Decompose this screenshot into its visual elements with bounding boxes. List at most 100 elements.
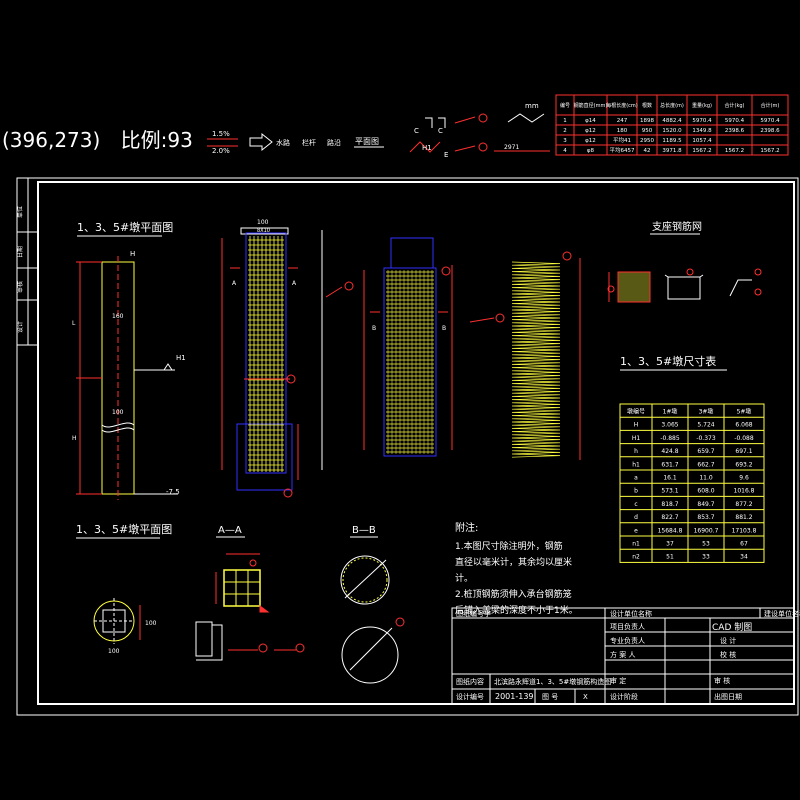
section-b-right: B (442, 325, 446, 332)
tb-cad: CAD 制图 (712, 621, 752, 633)
dim-header: 5#墩 (737, 408, 752, 416)
section-aa-title: A—A (218, 525, 242, 536)
dim-cell: -0.088 (734, 435, 754, 442)
rebar-cell: 950 (642, 128, 653, 134)
rebar-header-6: 合计(kg) (725, 102, 745, 109)
mark-h1: H1 (422, 144, 432, 152)
dim-cell: 15684.8 (658, 527, 683, 534)
elev-l: L (72, 320, 76, 327)
tb-content-label: 图纸内容 (456, 677, 484, 686)
dim-header: 墩编号 (627, 408, 645, 416)
section-a-right: A (292, 280, 297, 287)
rebar-header-0: 编号 (560, 102, 570, 109)
tb-owner: 建设单位名称 (764, 609, 800, 618)
dim-cell: 573.1 (661, 488, 678, 495)
mark-c1: C (414, 127, 419, 135)
tb-review: 审 核 (714, 676, 730, 685)
note-line-3: 计。 (455, 572, 473, 584)
tb-approve: 审 定 (610, 676, 626, 685)
elev-100: 100 (112, 409, 124, 416)
rebar-cell: 3971.8 (662, 148, 682, 154)
dim-cell: n2 (632, 554, 640, 561)
dim-cell: 16.1 (663, 475, 677, 482)
note-line-1: 1.本图尺寸除注明外，钢筋 (455, 540, 563, 552)
dim-cell: 9.6 (739, 475, 749, 482)
tb-design: 设 计 (720, 636, 736, 645)
dim-cell: -0.373 (696, 435, 716, 442)
tb-design-unit: 设计单位名称 (610, 609, 652, 618)
rebar-cell: 2950 (640, 138, 654, 144)
dim-cell: d (634, 514, 638, 521)
rebar-cell: 2398.6 (725, 128, 745, 134)
rebar-cell: φ14 (585, 118, 596, 124)
cage-spacing: 8X10 (257, 228, 270, 234)
dim-cell: 53 (702, 541, 710, 548)
tb-project-label: 图纸编号字 (456, 609, 491, 618)
section-aa: A—A (195, 525, 305, 661)
dim-cell: H1 (632, 435, 641, 442)
legend-b: 栏杆 (302, 138, 316, 147)
dim-cell: 849.7 (697, 501, 714, 508)
tb-scheme: 方 案 人 (610, 650, 635, 659)
dim-cell: c (634, 501, 637, 508)
section-bb-title: B—B (352, 525, 376, 536)
rebar-table: 编号 钢筋直径(mm)每根长度(cm) 根数 总长度(m) 重量(kg) 合计(kg) 合计… (555, 94, 789, 156)
note-line-2: 直径以毫米计，其余均以厘米 (455, 556, 572, 568)
rebar-cell: 1520.0 (662, 128, 682, 134)
dim-cell: h1 (632, 461, 640, 468)
dim-header: 3#墩 (699, 408, 714, 416)
rebar-header-3: 根数 (642, 102, 652, 109)
rebar-cell: 2 (563, 128, 567, 134)
section-bb: B—B (340, 525, 405, 684)
dim-cell: 34 (740, 554, 748, 561)
rebar-cell: 1567.2 (760, 148, 779, 154)
mark-c2: C (438, 127, 443, 135)
rebar-cell: 1567.2 (725, 148, 744, 154)
mm-label: mm (525, 102, 539, 110)
dim-cell: -0.885 (660, 435, 680, 442)
plan-title: 1、3、5#墩平面图 (76, 522, 172, 536)
rebar-cell: 5970.4 (725, 118, 745, 124)
dim-cell: 5.724 (697, 422, 714, 429)
dim-cell: 37 (666, 541, 674, 548)
left-strip: 单位 日期 审核 设计 (16, 178, 38, 346)
rebar-cell: 2398.6 (760, 128, 780, 134)
rebar-cage-elevation: 100 8X10 A A (221, 219, 299, 498)
tb-project-lead: 项目负责人 (610, 622, 645, 631)
support-title: 支座钢筋网 (652, 220, 702, 233)
dim-cell: H (634, 422, 639, 429)
tb-content: 北滨路永辉道1、3、5#墩钢筋构造图 (494, 677, 611, 686)
dim-cell: 424.8 (661, 448, 678, 455)
pier-plan: 1、3、5#墩平面图 100 100 (76, 522, 172, 655)
dim-header: 1#墩 (663, 408, 678, 416)
rebar-header-1: 钢筋直径(mm) (574, 102, 608, 109)
strip-design: 设计 (16, 321, 24, 333)
dim-cell: 818.7 (661, 501, 678, 508)
rebar-cell: 180 (617, 128, 628, 134)
dim-cell: h (634, 448, 638, 455)
dim-cell: 697.1 (735, 448, 752, 455)
tb-design-no: 2001-139 (495, 692, 534, 701)
rebar-cell: 1567.2 (692, 148, 711, 154)
dim-cell: 1016.8 (734, 488, 755, 495)
cage-width: 100 (257, 219, 269, 226)
title-block: 图纸编号字 设计单位名称 建设单位名称 项目负责人 专业负责人 方 案 人 审 … (451, 607, 800, 705)
notes-title: 附注: (455, 521, 478, 534)
dim-cell: b (634, 488, 638, 495)
cad-drawing-canvas: (396,273) 比例:93 1.5% 2.0% 水路 栏杆 路沿 平面图 C… (0, 0, 800, 800)
tb-date: 出图日期 (714, 692, 742, 701)
rebar-cell: 平均41 (613, 136, 631, 144)
elev-h1: H1 (176, 354, 186, 362)
elev-bottom-level: -7.5 (166, 488, 180, 496)
rebar-cell: 3 (563, 138, 567, 144)
tb-check: 校 核 (720, 650, 736, 659)
tb-sheet-label: 图 号 (542, 693, 558, 701)
rebar-cell: 1189.5 (662, 138, 682, 144)
dim-cell: 3.065 (661, 422, 678, 429)
elev-160: 160 (112, 313, 124, 320)
rebar-cell: 平均6457 (610, 146, 635, 154)
dim-cell: n1 (632, 541, 640, 548)
notes: 附注: 1.本图尺寸除注明外，钢筋 直径以毫米计，其余均以厘米 计。 2.桩顶钢… (455, 521, 578, 616)
dim-cell: 662.7 (697, 461, 714, 468)
rebar-header-5: 重量(kg) (692, 102, 712, 109)
